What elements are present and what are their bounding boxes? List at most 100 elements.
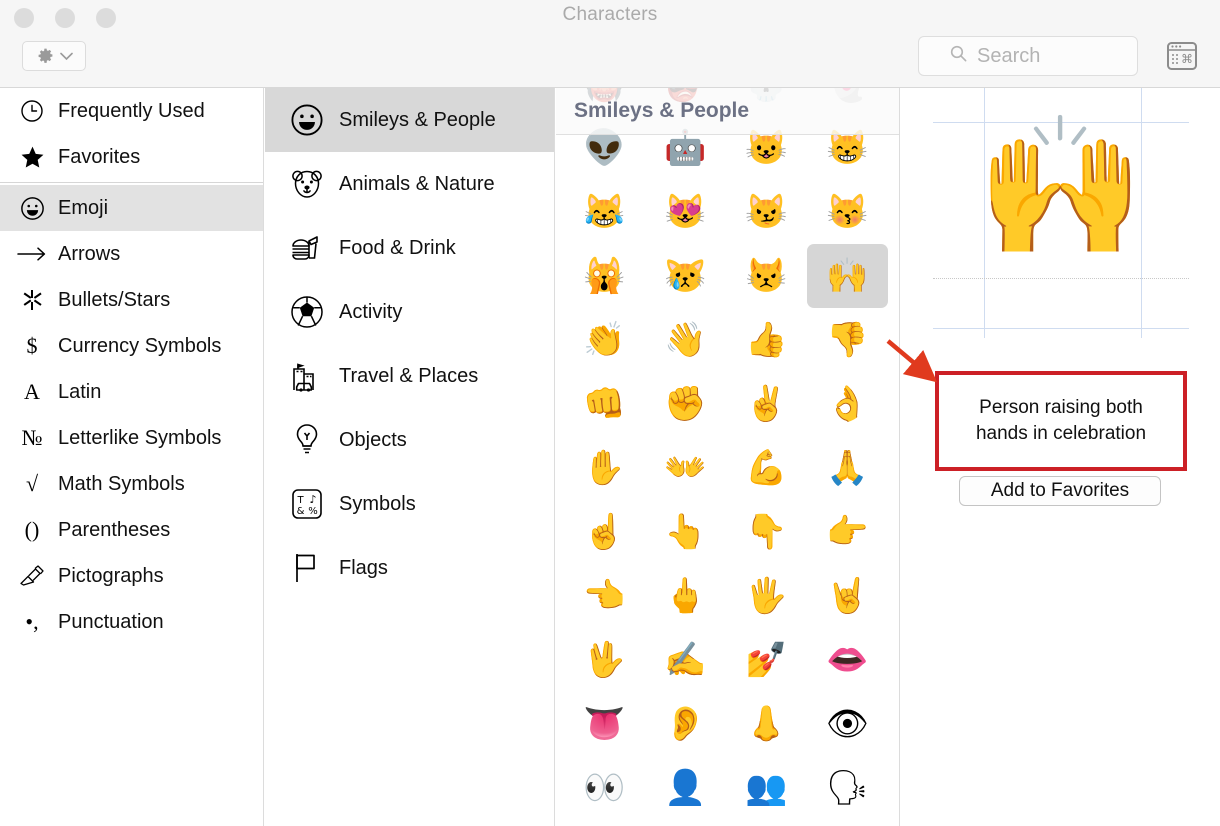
emoji-cell[interactable]: 🖕: [645, 564, 726, 628]
bear-face-icon: [285, 168, 329, 200]
sidebar-item-label: Currency Symbols: [58, 334, 222, 357]
category-item-travel-places[interactable]: Travel & Places: [265, 344, 554, 408]
emoji-row: 🙀 😿 😾 🙌: [556, 244, 899, 308]
sidebar-item-punctuation[interactable]: •, Punctuation: [0, 599, 263, 645]
emoji-cell[interactable]: 👐: [645, 436, 726, 500]
search-field[interactable]: Search: [918, 36, 1138, 76]
sidebar-item-letterlike-symbols[interactable]: № Letterlike Symbols: [0, 415, 263, 461]
writing-hand-icon: [12, 565, 52, 587]
preview-glyph: 🙌: [975, 110, 1146, 262]
emoji-cell[interactable]: ✋: [564, 436, 645, 500]
sidebar-item-math-symbols[interactable]: √ Math Symbols: [0, 461, 263, 507]
emoji-row: 👀 👤 👥 🗣: [556, 756, 899, 820]
emoji-cell[interactable]: 👀: [564, 756, 645, 820]
star-icon: [12, 145, 52, 170]
emoji-cell[interactable]: 👂: [645, 692, 726, 756]
emoji-cell[interactable]: ✊: [645, 372, 726, 436]
category-item-food-drink[interactable]: Food & Drink: [265, 216, 554, 280]
gear-icon: [36, 47, 55, 66]
emoji-cell[interactable]: 👅: [564, 692, 645, 756]
window-titlebar: Characters Search ⌘: [0, 0, 1220, 88]
emoji-cell[interactable]: 😾: [726, 244, 807, 308]
emoji-cell[interactable]: 🙌: [807, 244, 888, 308]
sidebar-item-frequently-used[interactable]: Frequently Used: [0, 88, 263, 134]
emoji-cell[interactable]: ☝: [564, 500, 645, 564]
emoji-cell[interactable]: 👥: [726, 756, 807, 820]
category-item-label: Travel & Places: [339, 364, 479, 387]
emoji-cell[interactable]: ✍: [645, 628, 726, 692]
emoji-cell[interactable]: 👤: [645, 756, 726, 820]
category-item-objects[interactable]: Objects: [265, 408, 554, 472]
emoji-cell[interactable]: 😿: [645, 244, 726, 308]
sidebar-item-label: Arrows: [58, 242, 121, 265]
emoji-cell[interactable]: 👆: [645, 500, 726, 564]
character-viewer-window: Characters Search ⌘ Frequently Used Favo…: [0, 0, 1220, 826]
category-item-flags[interactable]: Flags: [265, 536, 554, 600]
emoji-cell[interactable]: 👉: [807, 500, 888, 564]
character-name-line1: Person raising both: [979, 397, 1143, 419]
category-item-label: Objects: [339, 428, 407, 451]
sidebar-item-label: Letterlike Symbols: [58, 426, 222, 449]
emoji-row: ☝ 👆 👇 👉: [556, 500, 899, 564]
category-item-activity[interactable]: Activity: [265, 280, 554, 344]
emoji-cell[interactable]: 👍: [726, 308, 807, 372]
emoji-row: 👅 👂 👃 👁: [556, 692, 899, 756]
emoji-cell[interactable]: 👎: [807, 308, 888, 372]
sidebar-item-label: Favorites: [58, 145, 141, 168]
sidebar-item-currency-symbols[interactable]: $ Currency Symbols: [0, 323, 263, 369]
emoji-cell[interactable]: 🙀: [564, 244, 645, 308]
emoji-cell[interactable]: 💅: [726, 628, 807, 692]
category-item-smileys-people[interactable]: Smileys & People: [265, 88, 554, 152]
emoji-cell[interactable]: 👋: [645, 308, 726, 372]
emoji-cell[interactable]: 😼: [726, 180, 807, 244]
emoji-cell[interactable]: 😹: [564, 180, 645, 244]
sidebar-item-pictographs[interactable]: Pictographs: [0, 553, 263, 599]
chevron-down-icon: [59, 52, 73, 61]
character-name-box: Person raising both hands in celebration: [935, 371, 1187, 471]
emoji-cell[interactable]: 💪: [726, 436, 807, 500]
sidebar-item-latin[interactable]: A Latin: [0, 369, 263, 415]
soccer-ball-icon: [285, 295, 329, 329]
asterisk-icon: [12, 288, 52, 312]
svg-text:%: %: [308, 506, 318, 517]
sidebar-item-label: Latin: [58, 380, 102, 403]
sidebar-item-label: Emoji: [58, 196, 109, 219]
emoji-cell[interactable]: 👏: [564, 308, 645, 372]
emoji-cell[interactable]: 👄: [807, 628, 888, 692]
emoji-cell[interactable]: 👃: [726, 692, 807, 756]
emoji-cell[interactable]: 😻: [645, 180, 726, 244]
settings-gear-button[interactable]: [22, 41, 86, 71]
emoji-cell[interactable]: 🖐: [726, 564, 807, 628]
emoji-cell[interactable]: 🤘: [807, 564, 888, 628]
smiley-icon: [12, 196, 52, 221]
add-to-favorites-button[interactable]: Add to Favorites: [959, 476, 1161, 506]
sidebar-item-favorites[interactable]: Favorites: [0, 134, 263, 180]
category-item-label: Food & Drink: [339, 236, 456, 259]
category-item-label: Smileys & People: [339, 108, 496, 131]
sidebar-item-emoji[interactable]: Emoji: [0, 185, 263, 231]
emoji-cell[interactable]: 🖖: [564, 628, 645, 692]
emoji-grid[interactable]: 👹👺💀👻👽🤖😺😸😹😻😼😽🙀😿😾🙌👏👋👍👎👊✊✌👌✋👐💪🙏☝👆👇👉👈🖕🖐🤘🖖✍💅👄…: [556, 88, 900, 826]
emoji-cell[interactable]: 😽: [807, 180, 888, 244]
sidebar: Frequently Used Favorites Emoji Arrows B…: [0, 88, 264, 826]
emoji-cell[interactable]: 👁: [807, 692, 888, 756]
emoji-cell[interactable]: 👈: [564, 564, 645, 628]
symbols-icon: T ♪ & %: [285, 488, 329, 520]
sidebar-item-label: Frequently Used: [58, 99, 205, 122]
emoji-section-header: Smileys & People: [556, 88, 899, 135]
emoji-cell[interactable]: 👇: [726, 500, 807, 564]
emoji-cell[interactable]: 🗣: [807, 756, 888, 820]
emoji-cell[interactable]: 👊: [564, 372, 645, 436]
character-palette-icon[interactable]: ⌘: [1167, 42, 1197, 70]
emoji-cell[interactable]: 👌: [807, 372, 888, 436]
emoji-cell[interactable]: ✌: [726, 372, 807, 436]
sidebar-item-parentheses[interactable]: () Parentheses: [0, 507, 263, 553]
emoji-cell[interactable]: 🙏: [807, 436, 888, 500]
sidebar-divider: [0, 182, 263, 183]
sidebar-item-label: Punctuation: [58, 610, 164, 633]
sidebar-item-bullets-stars[interactable]: Bullets/Stars: [0, 277, 263, 323]
emoji-row: ✋ 👐 💪 🙏: [556, 436, 899, 500]
sidebar-item-arrows[interactable]: Arrows: [0, 231, 263, 277]
category-item-symbols[interactable]: T ♪ & % Symbols: [265, 472, 554, 536]
category-item-animals-nature[interactable]: Animals & Nature: [265, 152, 554, 216]
